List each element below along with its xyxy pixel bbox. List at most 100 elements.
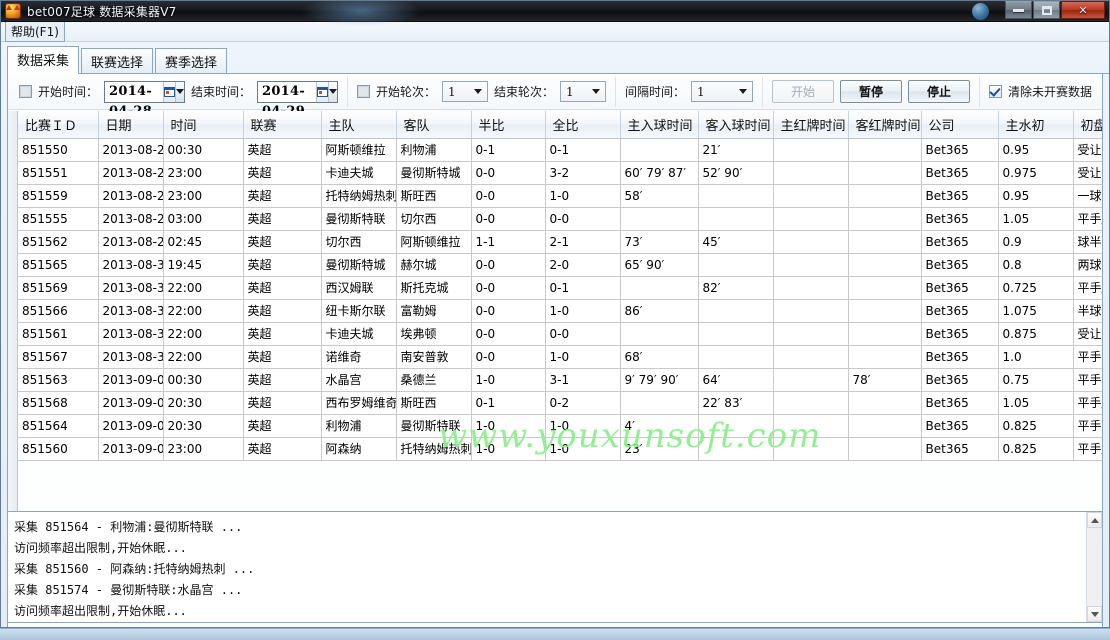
column-header-10[interactable]: 主红牌时间 [773,111,849,139]
cell-公司: Bet365 [921,345,999,369]
cell-比赛ＩＤ: 851566 [18,299,99,323]
cell-时间: 23:00 [163,184,244,208]
window-buttons: ✕ [1005,1,1105,19]
round-filter-checkbox[interactable] [356,85,370,98]
end-round-value: 1 [565,84,574,99]
column-header-2[interactable]: 时间 [163,111,244,139]
minimize-button[interactable] [1005,1,1032,19]
table-row[interactable]: 8515602013-09-0123:00英超阿森纳托特纳姆热刺1-01-023… [18,437,1102,461]
maximize-button[interactable] [1033,1,1060,19]
stop-button[interactable]: 停止 [907,80,970,103]
cell-联赛: 英超 [243,345,322,369]
cell-时间: 22:00 [163,322,244,346]
column-header-7[interactable]: 全比 [545,111,621,139]
column-header-0[interactable]: 比赛ＩＤ [18,111,99,139]
table-row[interactable]: 8515612013-08-3122:00英超卡迪夫城埃弗顿0-00-0Bet3… [18,322,1102,346]
cell-比赛ＩＤ: 851562 [18,230,99,254]
scroll-down-arrow-icon[interactable] [1087,606,1102,622]
start-round-label: 开始轮次： [375,85,436,99]
cell-主红牌时间 [773,437,849,461]
chevron-down-icon [469,89,487,94]
menu-item-help[interactable]: 帮助(F1) [5,21,65,42]
cell-全比: 2-0 [545,253,621,277]
cell-初盘: 平手/ [1073,437,1102,461]
table-row[interactable]: 8515642013-09-0120:30英超利物浦曼彻斯特联1-01-04′B… [18,414,1102,438]
table-row[interactable]: 8515692013-08-3122:00英超西汉姆联斯托克城0-00-1 82′… [18,276,1102,300]
cell-客红牌时间: 78′ [848,368,922,392]
cell-初盘: 平手 [1073,414,1102,438]
cell-主入球时间 [620,138,699,162]
table-header-row: 比赛ＩＤ 日期 时间 联赛 主队 客队 半比 全比 主入球时间 客入球时间 主红牌时间 客红牌时间 公司… [18,111,1102,139]
end-date-picker[interactable]: 2014-04-29 [256,80,338,119]
table-row[interactable]: 8515552013-08-2703:00英超曼彻斯特联切尔西0-00-0Bet… [18,207,1102,231]
cell-全比: 1-0 [545,437,621,461]
table-row[interactable]: 8515592013-08-2523:00英超托特纳姆热刺斯旺西0-01-058… [18,184,1102,208]
column-header-14[interactable]: 初盘 [1073,111,1102,139]
end-date-dropdown-arrow[interactable] [327,81,337,102]
cell-客入球时间: 64′ [698,368,774,392]
cell-半比: 0-0 [471,276,546,300]
pause-button[interactable]: 暂停 [839,80,902,103]
column-header-1[interactable]: 日期 [98,111,164,139]
cell-主入球时间: 86′ [620,299,699,323]
table-row[interactable]: 8515652013-08-3119:45英超曼彻斯特城赫尔城0-02-065′… [18,253,1102,277]
clear-unplayed-checkbox[interactable] [988,85,1002,98]
close-button[interactable]: ✕ [1061,1,1105,19]
cell-联赛: 英超 [243,207,322,231]
cell-客队: 南安普敦 [396,345,472,369]
end-round-select[interactable]: 1 [559,81,606,102]
column-header-13[interactable]: 主水初 [998,111,1074,139]
tab-league-selection[interactable]: 联赛选择 [81,48,154,75]
scroll-up-arrow-icon[interactable] [1087,512,1102,528]
action-buttons-group: 开始 暂停 停止 [761,76,980,107]
cell-日期: 2013-08-31 [98,276,164,300]
data-grid-container: 比赛ＩＤ 日期 时间 联赛 主队 客队 半比 全比 主入球时间 客入球时间 主红牌时间 客红牌时间 公司… [8,111,1102,556]
cell-客红牌时间 [848,253,922,277]
cell-半比: 0-0 [471,184,546,208]
table-row[interactable]: 8515502013-08-2500:30英超阿斯顿维拉利物浦0-10-121′… [18,138,1102,162]
minimize-icon [1013,8,1024,12]
column-header-4[interactable]: 主队 [321,111,397,139]
cell-时间: 22:00 [163,276,244,300]
cell-初盘: 受让半 [1073,138,1102,162]
table-row[interactable]: 8515662013-08-3122:00英超纽卡斯尔联富勒姆0-01-086′… [18,299,1102,323]
column-header-8[interactable]: 主入球时间 [620,111,699,139]
table-row[interactable]: 8515682013-09-0120:30英超西布罗姆维奇斯旺西0-10-2 22… [18,391,1102,415]
column-header-3[interactable]: 联赛 [243,111,322,139]
start-date-dropdown-arrow[interactable] [174,81,184,102]
cell-初盘: 两球 [1073,253,1102,277]
cell-客红牌时间 [848,184,922,208]
table-row[interactable]: 8515622013-08-2202:45英超切尔西阿斯顿维拉1-12-173′… [18,230,1102,254]
start-date-picker[interactable]: 2014-04-28 [104,80,185,119]
interval-select[interactable]: 1 [690,81,753,102]
cell-主水初: 1.0 [998,345,1074,369]
column-header-6[interactable]: 半比 [471,111,546,139]
data-grid[interactable]: 比赛ＩＤ 日期 时间 联赛 主队 客队 半比 全比 主入球时间 客入球时间 主红牌时间 客红牌时间 公司… [18,111,1102,556]
time-filter-checkbox[interactable] [19,85,32,98]
cell-客入球时间 [698,299,774,323]
cell-半比: 0-0 [471,253,546,277]
column-header-12[interactable]: 公司 [921,111,999,139]
chevron-down-icon [734,89,752,94]
column-header-5[interactable]: 客队 [396,111,472,139]
table-row[interactable]: 8515512013-08-2523:00英超卡迪夫城曼彻斯特城0-03-260… [18,161,1102,185]
cell-主队: 水晶宫 [321,368,397,392]
cell-公司: Bet365 [921,161,999,185]
start-round-select[interactable]: 1 [441,81,488,102]
cell-主队: 卡迪夫城 [321,161,397,185]
cell-主队: 纽卡斯尔联 [321,299,397,323]
log-text-area[interactable]: 采集 851564 - 利物浦:曼彻斯特联 ... 访问频率超出限制,开始休眠..… [8,512,1086,622]
table-row[interactable]: 8515672013-08-3122:00英超诺维奇南安普敦0-01-068′ B… [18,345,1102,369]
table-row[interactable]: 8515632013-09-0100:30英超水晶宫桑德兰1-03-19′ 79… [18,368,1102,392]
cell-全比: 0-0 [545,322,621,346]
end-round-label: 结束轮次： [493,85,554,99]
log-vertical-scrollbar[interactable] [1086,512,1102,622]
tab-data-collection[interactable]: 数据采集 [7,46,80,74]
column-header-9[interactable]: 客入球时间 [698,111,774,139]
tab-season-selection[interactable]: 赛季选择 [155,48,228,75]
cell-客红牌时间 [848,138,922,162]
cell-初盘: 半球 [1073,299,1102,323]
cell-客队: 曼彻斯特城 [396,161,472,185]
column-header-11[interactable]: 客红牌时间 [848,111,922,139]
start-button[interactable]: 开始 [771,80,834,103]
